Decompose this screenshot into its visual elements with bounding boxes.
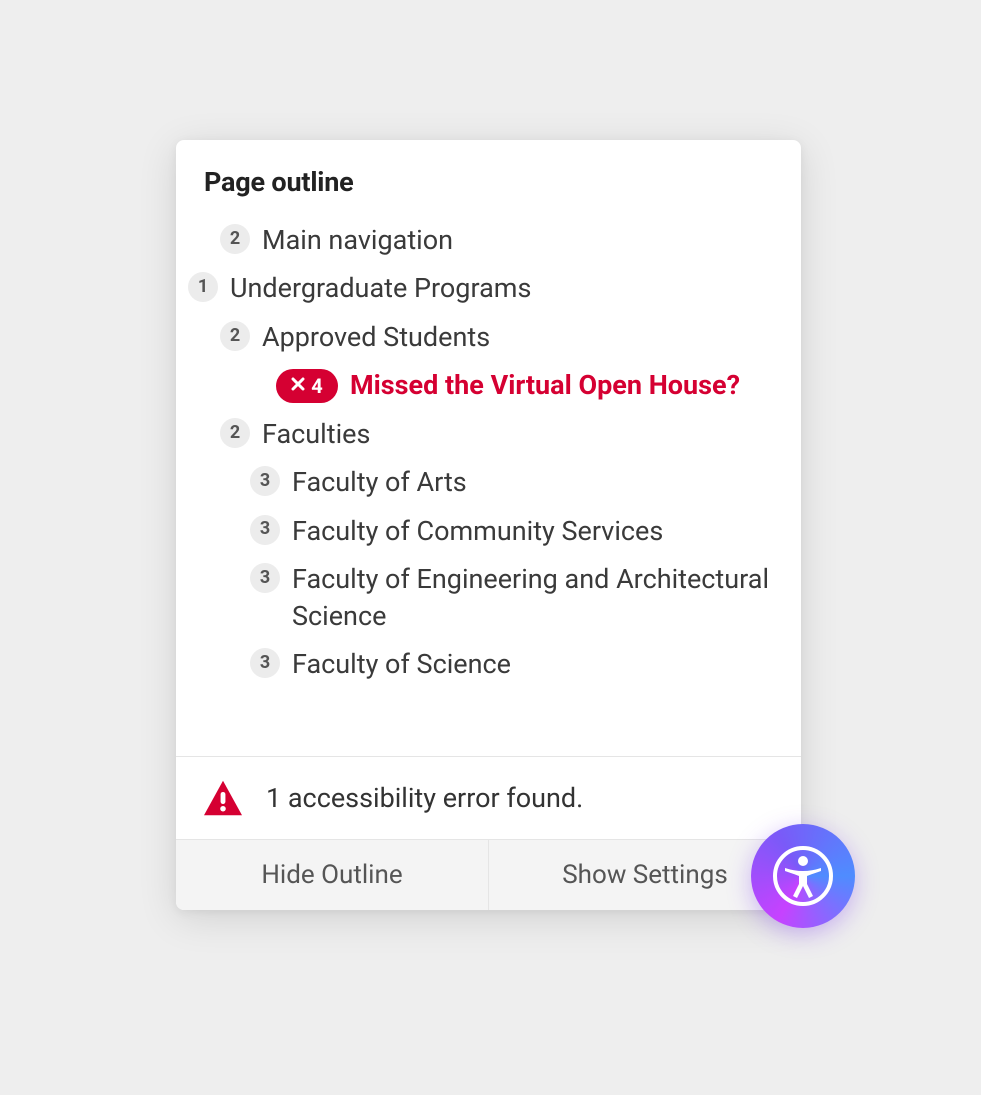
alert-triangle-icon xyxy=(202,779,244,817)
outline-item[interactable]: 2 Approved Students xyxy=(188,313,783,361)
outline-item-label: Undergraduate Programs xyxy=(230,270,531,306)
page-outline-panel: Page outline 2 Main navigation 1 Undergr… xyxy=(176,140,801,910)
accessibility-person-icon xyxy=(771,844,835,908)
outline-item[interactable]: 3 Faculty of Science xyxy=(188,640,783,688)
outline-item[interactable]: 2 Faculties xyxy=(188,410,783,458)
outline-item-error[interactable]: 4 Missed the Virtual Open House? xyxy=(188,361,783,409)
heading-level-badge: 3 xyxy=(250,648,280,678)
close-x-icon xyxy=(291,377,305,395)
outline-item[interactable]: 3 Faculty of Engineering and Architectur… xyxy=(188,555,783,640)
heading-level-badge: 3 xyxy=(250,563,280,593)
status-bar: 1 accessibility error found. xyxy=(176,756,801,839)
heading-level-number: 4 xyxy=(311,373,322,400)
heading-level-badge: 1 xyxy=(188,272,218,302)
heading-level-badge: 2 xyxy=(220,224,250,254)
heading-level-badge: 2 xyxy=(220,418,250,448)
outline-item[interactable]: 3 Faculty of Arts xyxy=(188,458,783,506)
outline-item[interactable]: 2 Main navigation xyxy=(188,216,783,264)
heading-level-badge: 3 xyxy=(250,466,280,496)
outline-item[interactable]: 3 Faculty of Community Services xyxy=(188,507,783,555)
outline-item[interactable]: 1 Undergraduate Programs xyxy=(188,264,783,312)
heading-level-badge: 3 xyxy=(250,515,280,545)
heading-level-badge-error: 4 xyxy=(276,369,338,403)
outline-item-label: Faculty of Science xyxy=(292,646,511,682)
outline-item-label: Approved Students xyxy=(262,319,490,355)
outline-scroll-area[interactable]: 2 Main navigation 1 Undergraduate Progra… xyxy=(176,216,801,756)
outline-item-label: Faculties xyxy=(262,416,370,452)
hide-outline-button[interactable]: Hide Outline xyxy=(176,840,489,910)
outline-item-label: Missed the Virtual Open House? xyxy=(350,367,740,403)
outline-item-label: Faculty of Engineering and Architectural… xyxy=(292,561,783,634)
footer-button-row: Hide Outline Show Settings xyxy=(176,839,801,910)
status-message: 1 accessibility error found. xyxy=(266,782,583,814)
heading-level-badge: 2 xyxy=(220,321,250,351)
panel-title: Page outline xyxy=(176,140,801,216)
outline-item-label: Faculty of Community Services xyxy=(292,513,663,549)
outline-item-label: Faculty of Arts xyxy=(292,464,467,500)
accessibility-fab[interactable] xyxy=(751,824,855,928)
outline-item-label: Main navigation xyxy=(262,222,453,258)
